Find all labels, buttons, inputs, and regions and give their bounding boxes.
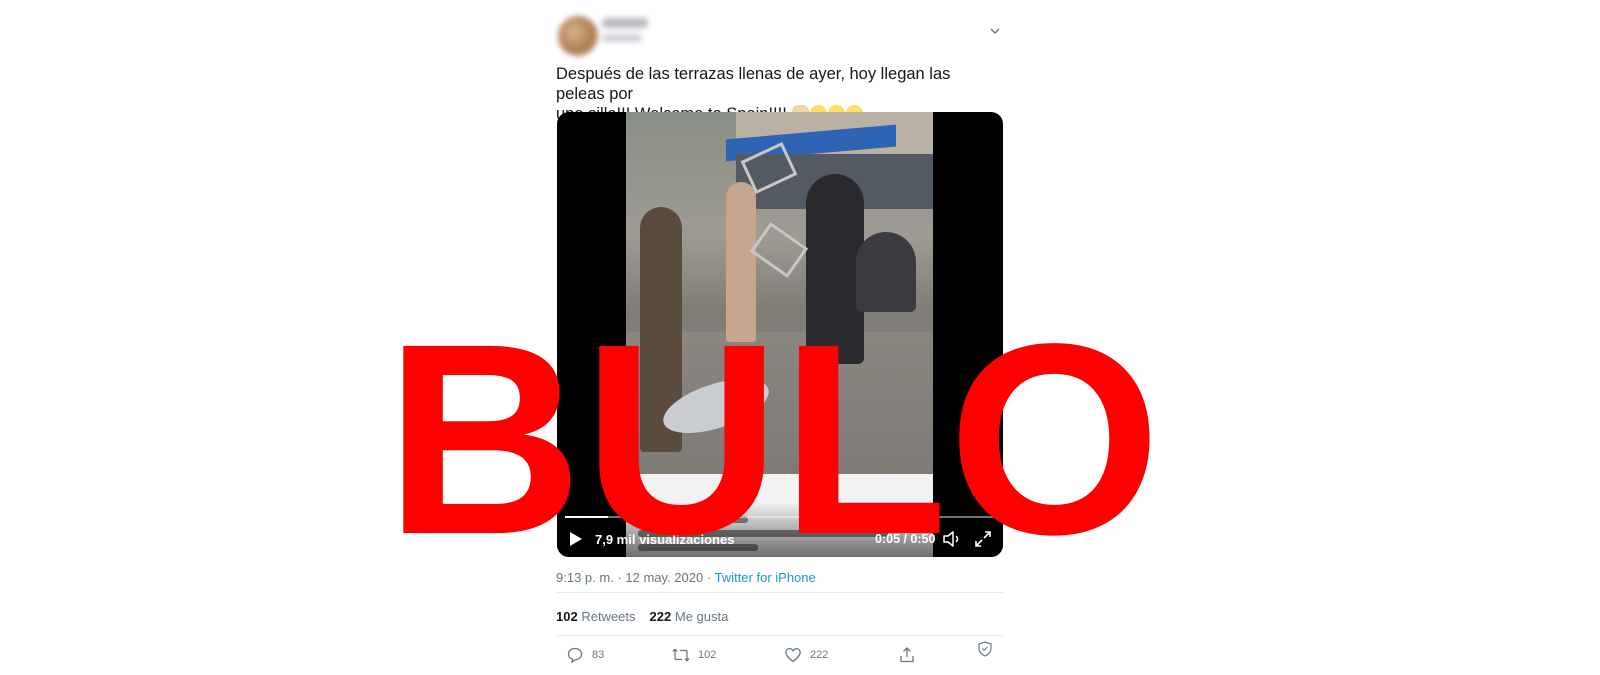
play-icon[interactable] [569,531,583,547]
video-controls: 7,9 mil visualizaciones 0:05 / 0:50 [557,502,1003,557]
share-button[interactable] [898,646,916,664]
retweet-count: 102 [698,649,717,661]
meta-separator: · [617,570,622,585]
divider [556,635,1004,636]
retweets-label: Retweets [581,609,636,624]
shield-icon [978,641,992,657]
video-player[interactable]: 7,9 mil visualizaciones 0:05 / 0:50 [557,112,1003,557]
video-progress-bar[interactable] [565,516,995,518]
user-handle-blurred [602,34,642,42]
retweets-count: 102 [556,609,578,624]
video-time: 0:05 / 0:50 [875,532,936,546]
page: Después de las terrazas llenas de ayer, … [0,0,1600,675]
reply-button[interactable]: 83 [566,646,604,664]
tweet-text-line1: Después de las terrazas llenas de ayer, … [556,65,951,103]
video-chair [749,222,809,278]
user-name-blurred[interactable] [602,18,648,28]
tweet-source-link[interactable]: Twitter for iPhone [715,570,816,585]
likes-count: 222 [649,609,672,624]
heart-icon [785,647,801,663]
fullscreen-icon[interactable] [973,529,993,549]
like-button[interactable]: 222 [784,646,828,664]
meta-separator: · [706,570,712,585]
reply-icon [567,647,583,664]
tweet-actions: 83 102 222 [566,641,996,666]
video-person [856,232,916,312]
tweet-stats: 102 Retweets 222 Me gusta [556,609,728,624]
analytics-button[interactable] [976,640,994,658]
volume-muted-icon[interactable] [942,529,962,549]
avatar[interactable] [558,16,598,56]
likes-label: Me gusta [674,609,729,624]
tweet-time[interactable]: 9:13 p. m. [556,570,614,585]
video-frame [626,112,933,557]
likes-stat[interactable]: 222 Me gusta [650,609,729,624]
reply-count: 83 [592,649,605,661]
retweets-stat[interactable]: 102 Retweets [556,609,636,624]
video-progress-fill [565,516,608,518]
like-count: 222 [810,649,829,661]
divider [556,592,1004,593]
video-person [726,182,756,342]
tweet-meta: 9:13 p. m. · 12 may. 2020 · Twitter for … [556,570,816,585]
retweet-icon [672,648,690,662]
tweet-card: Después de las terrazas llenas de ayer, … [556,0,1004,675]
video-views: 7,9 mil visualizaciones [595,532,735,547]
retweet-button[interactable]: 102 [672,646,716,664]
tweet-date[interactable]: 12 may. 2020 [625,570,703,585]
share-icon [900,647,914,663]
chevron-down-icon[interactable] [988,24,1002,38]
